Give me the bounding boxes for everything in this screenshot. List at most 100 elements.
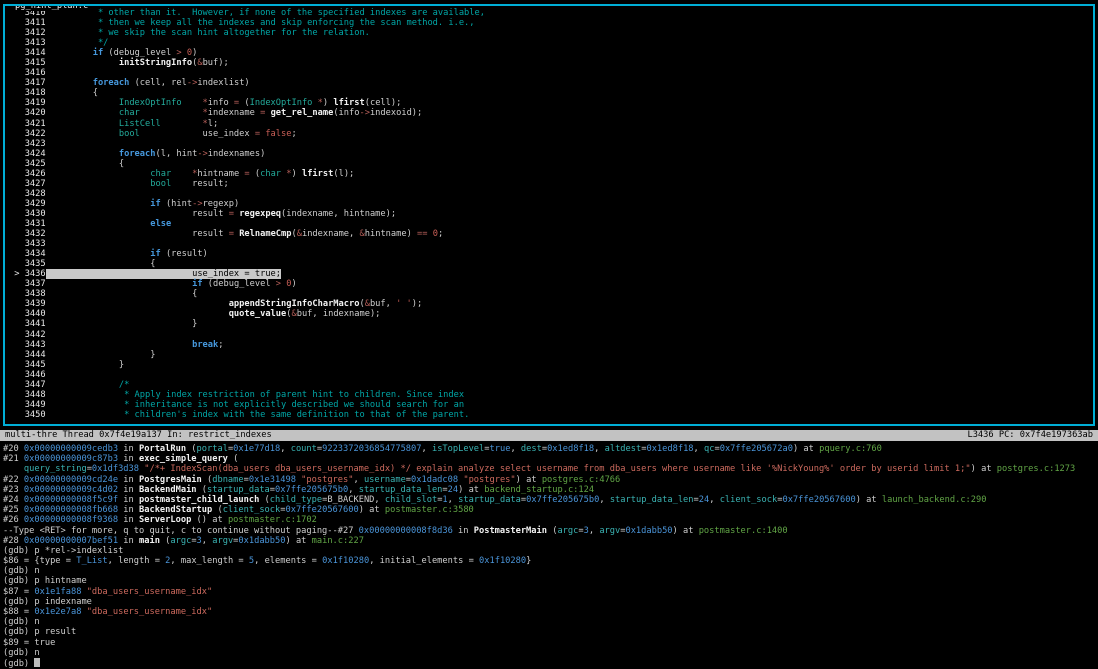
source-line-3413: 3413 */ bbox=[9, 38, 1093, 48]
code-segment: PortalRun bbox=[139, 444, 186, 454]
code-segment: 0x1ed8f18 bbox=[547, 444, 594, 454]
code-segment: ) at bbox=[359, 505, 385, 515]
code-segment: , bbox=[709, 495, 719, 505]
gutter bbox=[9, 400, 25, 410]
line-number: 3419 bbox=[25, 98, 46, 108]
code-segment: regexp) bbox=[203, 199, 240, 209]
code-segment: -> bbox=[197, 149, 207, 159]
code-segment: * then we keep all the indexes and skip … bbox=[98, 18, 475, 28]
code-segment bbox=[56, 28, 98, 38]
code-segment: { bbox=[93, 88, 98, 98]
code-segment: 0x1f10280 bbox=[322, 556, 369, 566]
code-segment: T_List bbox=[76, 556, 107, 566]
code-segment: postgres.c:1273 bbox=[997, 464, 1075, 474]
source-window-title: pg_hint_plan.c bbox=[12, 4, 91, 11]
code-segment: "postgres" bbox=[301, 475, 353, 485]
code-segment: #22 bbox=[3, 475, 24, 485]
code-segment bbox=[46, 380, 56, 390]
code-segment: break bbox=[192, 340, 218, 350]
code-segment bbox=[46, 249, 56, 259]
line-number: 3426 bbox=[25, 169, 46, 179]
code-segment: (gdb) p hintname bbox=[3, 576, 87, 586]
code-segment: pquery.c:760 bbox=[819, 444, 882, 454]
line-number: 3444 bbox=[25, 350, 46, 360]
source-line-3436: > 3436 use_index = true; bbox=[9, 269, 1093, 279]
code-segment: if bbox=[150, 199, 160, 209]
code-segment: == bbox=[412, 229, 433, 239]
source-line-3438: 3438 { bbox=[9, 289, 1093, 299]
code-segment: 0x00000000009cedb3 bbox=[24, 444, 118, 454]
source-line-3425: 3425 { bbox=[9, 159, 1093, 169]
source-line-3415: 3415 initStringInfo(&buf); bbox=[9, 58, 1093, 68]
terminal-cursor[interactable] bbox=[34, 658, 39, 667]
source-window: pg_hint_plan.c 3410 * other than it. How… bbox=[3, 4, 1095, 426]
line-number: 3443 bbox=[25, 340, 46, 350]
code-segment bbox=[46, 239, 56, 249]
code-segment bbox=[46, 279, 56, 289]
code-segment: ) at bbox=[673, 526, 699, 536]
code-segment: ' ' bbox=[396, 299, 412, 309]
code-segment: char bbox=[260, 169, 281, 179]
gdb-output-line: #26 0x00000000008f9368 in ServerLoop () … bbox=[3, 515, 1097, 525]
source-line-3444: 3444 } bbox=[9, 350, 1093, 360]
code-segment bbox=[56, 299, 229, 309]
gdb-output-line: $88 = 0x1e2e7a8 "dba_users_username_idx" bbox=[3, 607, 1097, 617]
gdb-output-line: (gdb) p indexname bbox=[3, 597, 1097, 607]
code-segment: , bbox=[599, 495, 609, 505]
source-line-3418: 3418 { bbox=[9, 88, 1093, 98]
code-segment: in bbox=[118, 515, 139, 525]
code-segment bbox=[56, 38, 98, 48]
gdb-output-line: #20 0x00000000009cedb3 in PortalRun (por… bbox=[3, 444, 1097, 454]
code-segment: ; bbox=[218, 340, 223, 350]
code-segment: appendStringInfoCharMacro bbox=[229, 299, 360, 309]
code-segment: #24 bbox=[3, 495, 24, 505]
code-segment bbox=[46, 219, 56, 229]
code-segment: (debug_level bbox=[103, 48, 171, 58]
gutter bbox=[9, 249, 25, 259]
code-segment: (gdb) p result bbox=[3, 627, 76, 637]
code-segment: bool bbox=[119, 129, 140, 139]
gutter bbox=[9, 330, 25, 340]
code-segment: startup_data_len bbox=[359, 485, 443, 495]
code-segment: ) bbox=[192, 48, 197, 58]
code-segment bbox=[46, 229, 56, 239]
code-segment: , bbox=[448, 495, 458, 505]
code-segment bbox=[46, 139, 56, 149]
code-segment bbox=[46, 48, 56, 58]
code-segment: exec_simple_query bbox=[139, 454, 228, 464]
line-number: 3417 bbox=[25, 78, 46, 88]
code-segment: * we skip the scan hint altogether for t… bbox=[98, 28, 370, 38]
source-code-area[interactable]: 3410 * other than it. However, if none o… bbox=[5, 6, 1093, 420]
code-segment: 24 bbox=[699, 495, 709, 505]
source-line-3446: 3446 bbox=[9, 370, 1093, 380]
code-segment: indexname, bbox=[302, 229, 360, 239]
code-segment bbox=[56, 78, 93, 88]
code-segment: -> bbox=[187, 78, 197, 88]
code-segment: child_type bbox=[270, 495, 322, 505]
code-segment: 0x1e31498 bbox=[249, 475, 296, 485]
code-segment: * Apply index restriction of parent hint… bbox=[124, 390, 464, 400]
source-line-3433: 3433 bbox=[9, 239, 1093, 249]
code-segment: lfirst bbox=[302, 169, 333, 179]
code-segment: #25 bbox=[3, 505, 24, 515]
line-number: 3450 bbox=[25, 410, 46, 420]
code-segment: backend_startup.c:124 bbox=[484, 485, 594, 495]
code-segment bbox=[171, 179, 192, 189]
code-segment bbox=[56, 229, 192, 239]
gutter bbox=[9, 159, 25, 169]
gdb-console-output[interactable]: #20 0x00000000009cedb3 in PortalRun (por… bbox=[3, 444, 1097, 668]
line-number: 3424 bbox=[25, 149, 46, 159]
code-segment: postmaster.c:1702 bbox=[228, 515, 317, 525]
code-segment: startup_data bbox=[207, 485, 270, 495]
code-segment: dest bbox=[521, 444, 542, 454]
code-segment: 0x00000000009c87b3 bbox=[24, 454, 118, 464]
code-segment bbox=[56, 18, 98, 28]
code-segment bbox=[46, 98, 56, 108]
gdb-output-line: --Type <RET> for more, q to quit, c to c… bbox=[3, 526, 1097, 536]
gutter bbox=[9, 410, 25, 420]
code-segment: PostgresMain bbox=[139, 475, 202, 485]
code-segment: (hint bbox=[161, 199, 192, 209]
code-segment bbox=[182, 98, 203, 108]
code-segment: (debug_level bbox=[203, 279, 271, 289]
gdb-output-line: #21 0x00000000009c87b3 in exec_simple_qu… bbox=[3, 454, 1097, 464]
